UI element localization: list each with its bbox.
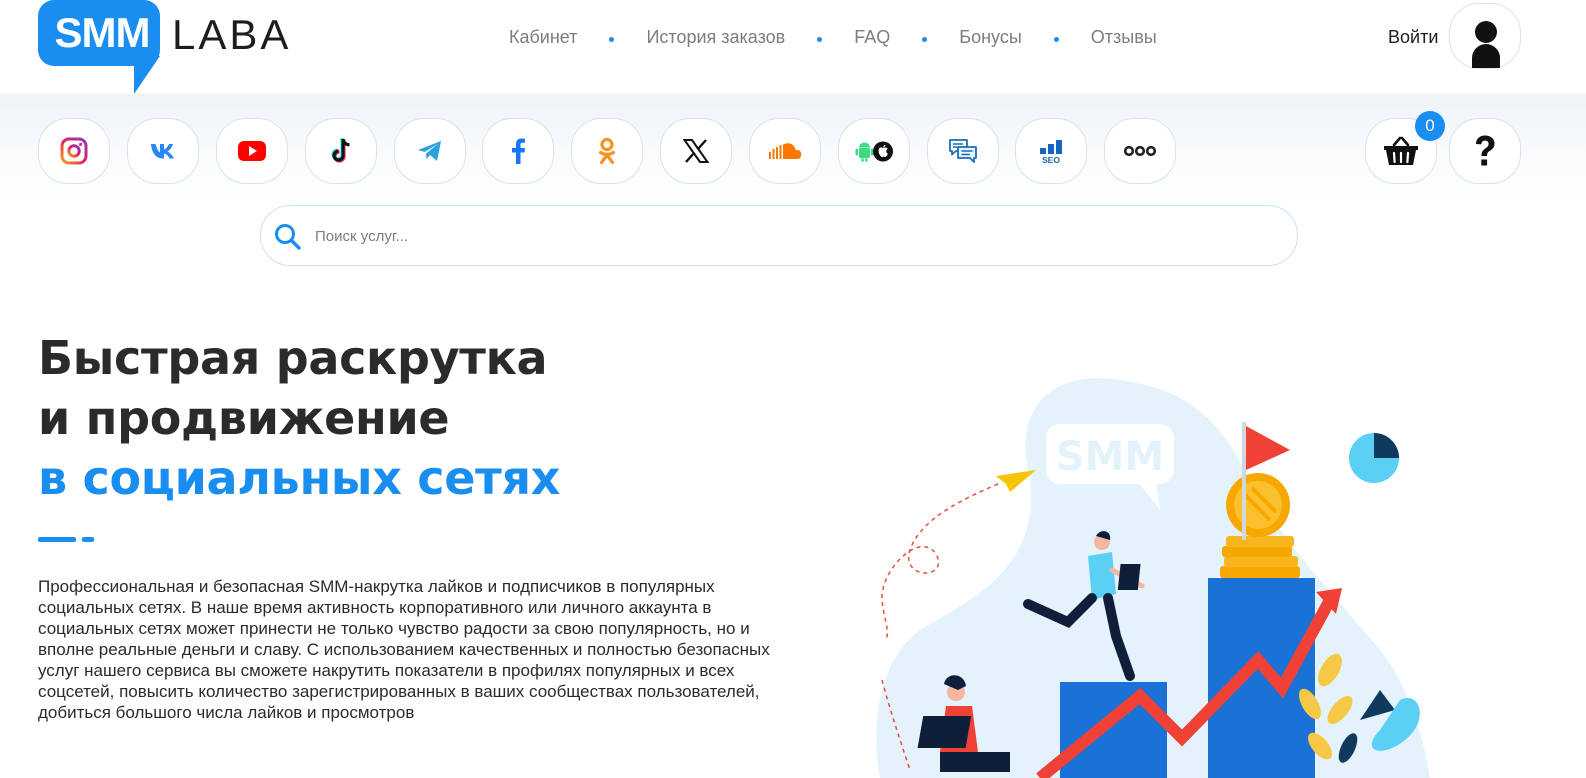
social-chat-button[interactable] (927, 118, 999, 184)
social-facebook-button[interactable] (482, 118, 554, 184)
social-telegram-button[interactable] (394, 118, 466, 184)
hero-illustration: SMM (876, 378, 1430, 778)
youtube-icon (238, 141, 266, 161)
nav-separator (922, 36, 928, 42)
nav-reviews[interactable]: Отзывы (1091, 24, 1157, 50)
help-button[interactable] (1449, 118, 1521, 184)
basket-icon (1384, 136, 1418, 165)
social-soundcloud-button[interactable] (749, 118, 821, 184)
nav-cabinet[interactable]: Кабинет (509, 24, 577, 50)
odnoklassniki-icon (598, 137, 616, 165)
nav-bonuses[interactable]: Бонусы (959, 24, 1022, 50)
search-icon[interactable] (273, 222, 303, 252)
hero-title-line-2: и продвижение (38, 391, 450, 445)
pie-chart-icon (1349, 433, 1399, 483)
x-icon (683, 139, 709, 163)
paper-plane-icon (996, 470, 1036, 492)
site-logo[interactable]: SMM LABA (38, 0, 298, 94)
question-icon (1476, 135, 1495, 166)
svg-text:SEO: SEO (1042, 155, 1060, 164)
chat-icon (949, 139, 977, 163)
smm-watermark-text: SMM (1056, 434, 1164, 480)
facebook-icon (512, 138, 525, 164)
vk-icon (151, 144, 174, 159)
nav-separator (1053, 36, 1059, 42)
social-tiktok-button[interactable] (305, 118, 377, 184)
hero-description: Профессиональная и безопасная SMM-накрут… (38, 577, 770, 722)
title-divider-dot (82, 537, 94, 542)
main-nav: Кабинет История заказов FAQ Бонусы Отзыв… (509, 24, 1157, 50)
more-icon (1123, 145, 1157, 157)
nav-faq[interactable]: FAQ (854, 24, 890, 50)
seo-icon: SEO (1040, 140, 1062, 164)
title-divider (38, 537, 76, 542)
social-vk-button[interactable] (127, 118, 199, 184)
social-seo-button[interactable]: SEO (1015, 118, 1087, 184)
social-instagram-button[interactable] (38, 118, 110, 184)
hero-title-line-1: Быстрая раскрутка (38, 331, 548, 385)
telegram-icon (418, 141, 441, 161)
account-button[interactable] (1449, 3, 1521, 69)
nav-separator (609, 36, 615, 42)
social-youtube-button[interactable] (216, 118, 288, 184)
coin-stack (1220, 536, 1300, 578)
hero-title-line-3: в социальных сетях (38, 451, 561, 505)
instagram-icon (60, 137, 88, 165)
podium-short (1060, 682, 1167, 778)
podium-tall (1208, 578, 1315, 778)
login-link[interactable]: Войти (1388, 24, 1438, 50)
nav-separator (817, 36, 823, 42)
nav-order-history[interactable]: История заказов (646, 24, 785, 50)
search-input[interactable] (315, 220, 1275, 252)
social-odnoklassniki-button[interactable] (571, 118, 643, 184)
soundcloud-icon (769, 143, 802, 159)
social-apps-button[interactable] (838, 118, 910, 184)
logo-smm-text: SMM (54, 9, 151, 56)
hero-title: Быстрая раскрутка и продвижение в социал… (38, 328, 560, 508)
flag-pole (1242, 422, 1246, 540)
social-x-button[interactable] (660, 118, 732, 184)
logo-bubble-tail (134, 56, 160, 94)
search-bar (260, 205, 1298, 266)
site-header: SMM LABA Кабинет История заказов FAQ Бон… (0, 0, 1586, 94)
cart-count-badge: 0 (1415, 111, 1445, 141)
tiktok-icon (331, 138, 350, 163)
android-apple-icon (855, 141, 893, 162)
social-more-button[interactable] (1104, 118, 1176, 184)
flag (1246, 426, 1290, 470)
logo-laba-text: LABA (172, 11, 292, 58)
